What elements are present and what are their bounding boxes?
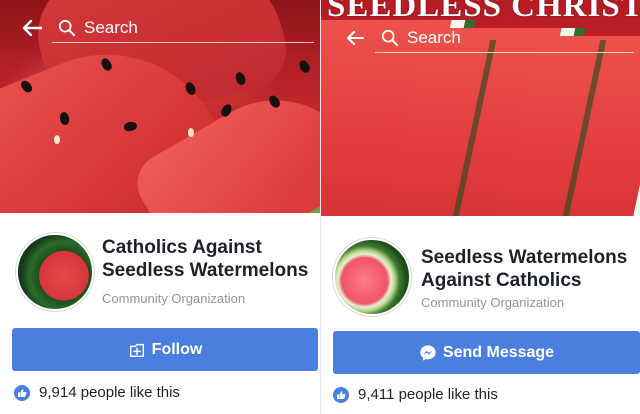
likes-text: 9,411 people like this [358,386,498,403]
page-title-line: Catholics Against [102,237,262,258]
page-avatar[interactable] [16,233,94,311]
search-icon [58,19,76,36]
thumbs-up-icon [14,384,30,401]
likes-count[interactable]: 9,914 people like this [14,384,180,401]
top-bar: Search [321,18,640,58]
back-arrow-icon[interactable] [335,18,375,58]
watermelon-seed [54,135,60,144]
facebook-page-left: Search Catholics Against Seedless Waterm… [0,0,320,414]
likes-text: 9,914 people like this [39,384,180,401]
page-title: Catholics Against Seedless Watermelons [102,236,308,282]
search-placeholder: Search [84,17,138,37]
screenshot-stage: Search Catholics Against Seedless Waterm… [0,0,640,414]
page-avatar[interactable] [333,238,411,316]
thumbs-up-icon [333,386,349,403]
search-bar[interactable]: Search [52,13,314,43]
back-arrow-icon[interactable] [12,8,52,48]
watermelon-seed [188,128,194,137]
follow-plus-icon [129,343,144,357]
search-bar[interactable]: Search [375,23,634,53]
search-icon [381,29,399,46]
send-message-label: Send Message [442,343,555,361]
page-title-line: Seedless Watermelons [421,247,628,268]
search-placeholder: Search [407,27,461,47]
send-message-button[interactable]: Send Message [333,331,640,374]
page-title-line: Against Catholics [421,270,582,291]
page-category: Community Organization [421,295,565,310]
page-title: Seedless Watermelons Against Catholics [421,246,627,292]
watermelon-seed [297,58,312,75]
likes-count[interactable]: 9,411 people like this [333,386,498,403]
page-title-line: Seedless Watermelons [102,260,309,281]
top-bar: Search [0,8,320,48]
facebook-page-right: SEEDLESS CHRIST Search Seedless Watermel… [321,0,640,414]
follow-button[interactable]: Follow [12,328,318,371]
page-category: Community Organization [102,291,246,306]
messenger-icon [420,344,436,361]
follow-button-label: Follow [151,340,203,358]
